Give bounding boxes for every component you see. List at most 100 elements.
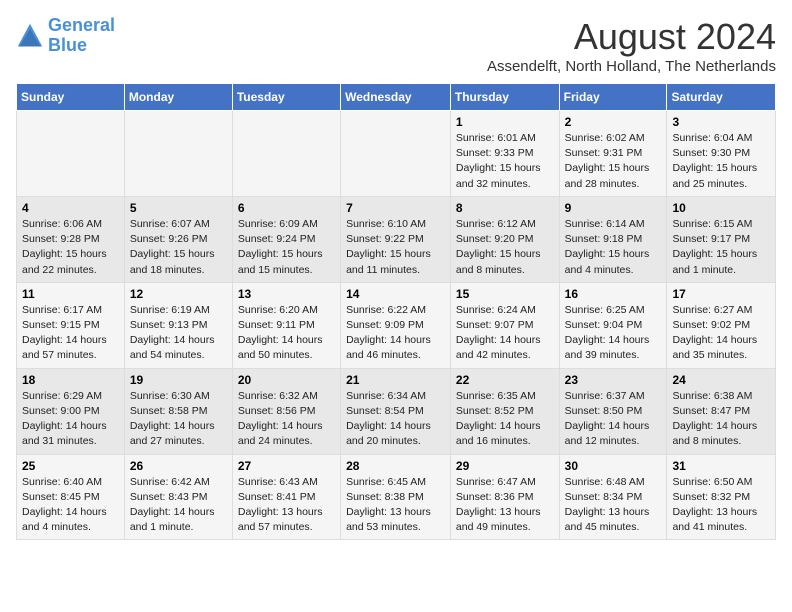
- day-info: Sunrise: 6:35 AM Sunset: 8:52 PM Dayligh…: [456, 389, 554, 450]
- day-info: Sunrise: 6:20 AM Sunset: 9:11 PM Dayligh…: [238, 303, 335, 364]
- calendar-cell: 21 Sunrise: 6:34 AM Sunset: 8:54 PM Dayli…: [341, 368, 451, 454]
- day-number: 7: [346, 201, 445, 215]
- day-number: 11: [22, 287, 119, 301]
- day-info: Sunrise: 6:34 AM Sunset: 8:54 PM Dayligh…: [346, 389, 445, 450]
- calendar-cell: 11 Sunrise: 6:17 AM Sunset: 9:15 PM Dayli…: [17, 282, 125, 368]
- day-info: Sunrise: 6:17 AM Sunset: 9:15 PM Dayligh…: [22, 303, 119, 364]
- day-info: Sunrise: 6:43 AM Sunset: 8:41 PM Dayligh…: [238, 475, 335, 536]
- calendar-cell: 2 Sunrise: 6:02 AM Sunset: 9:31 PM Daylig…: [559, 111, 667, 197]
- title-area: August 2024 Assendelft, North Holland, T…: [487, 16, 776, 75]
- calendar-cell: 22 Sunrise: 6:35 AM Sunset: 8:52 PM Dayli…: [450, 368, 559, 454]
- day-info: Sunrise: 6:29 AM Sunset: 9:00 PM Dayligh…: [22, 389, 119, 450]
- day-info: Sunrise: 6:48 AM Sunset: 8:34 PM Dayligh…: [565, 475, 662, 536]
- day-header-sunday: Sunday: [17, 84, 125, 111]
- logo: General Blue: [16, 16, 115, 56]
- day-header-saturday: Saturday: [667, 84, 776, 111]
- calendar-cell: 1Sunrise: 6:01 AM Sunset: 9:33 PM Daylig…: [450, 111, 559, 197]
- day-number: 18: [22, 373, 119, 387]
- calendar-cell: 9Sunrise: 6:14 AM Sunset: 9:18 PM Daylig…: [559, 196, 667, 282]
- calendar-cell: 14 Sunrise: 6:22 AM Sunset: 9:09 PM Dayli…: [341, 282, 451, 368]
- logo-icon: [16, 22, 44, 50]
- day-info: Sunrise: 6:04 AM Sunset: 9:30 PM Dayligh…: [672, 131, 770, 192]
- day-number: 31: [672, 459, 770, 473]
- day-info: Sunrise: 6:07 AM Sunset: 9:26 PM Dayligh…: [130, 217, 227, 278]
- day-number: 24: [672, 373, 770, 387]
- header: General Blue August 2024 Assendelft, Nor…: [16, 16, 776, 75]
- calendar-cell: 25 Sunrise: 6:40 AM Sunset: 8:45 PM Dayli…: [17, 454, 125, 540]
- calendar-week-row: 4Sunrise: 6:06 AM Sunset: 9:28 PM Daylig…: [17, 196, 776, 282]
- day-header-wednesday: Wednesday: [341, 84, 451, 111]
- day-number: 14: [346, 287, 445, 301]
- calendar-cell: 15Sunrise: 6:24 AM Sunset: 9:07 PM Dayli…: [450, 282, 559, 368]
- calendar-week-row: 1Sunrise: 6:01 AM Sunset: 9:33 PM Daylig…: [17, 111, 776, 197]
- day-number: 3: [672, 115, 770, 129]
- day-info: Sunrise: 6:24 AM Sunset: 9:07 PM Dayligh…: [456, 303, 554, 364]
- day-info: Sunrise: 6:14 AM Sunset: 9:18 PM Dayligh…: [565, 217, 662, 278]
- day-number: 29: [456, 459, 554, 473]
- day-info: Sunrise: 6:12 AM Sunset: 9:20 PM Dayligh…: [456, 217, 554, 278]
- calendar-cell: 27 Sunrise: 6:43 AM Sunset: 8:41 PM Dayli…: [232, 454, 340, 540]
- day-number: 10: [672, 201, 770, 215]
- calendar-cell: 28 Sunrise: 6:45 AM Sunset: 8:38 PM Dayli…: [341, 454, 451, 540]
- day-info: Sunrise: 6:42 AM Sunset: 8:43 PM Dayligh…: [130, 475, 227, 536]
- day-info: Sunrise: 6:40 AM Sunset: 8:45 PM Dayligh…: [22, 475, 119, 536]
- calendar-cell: 4Sunrise: 6:06 AM Sunset: 9:28 PM Daylig…: [17, 196, 125, 282]
- calendar-cell: 7Sunrise: 6:10 AM Sunset: 9:22 PM Daylig…: [341, 196, 451, 282]
- day-info: Sunrise: 6:37 AM Sunset: 8:50 PM Dayligh…: [565, 389, 662, 450]
- day-number: 19: [130, 373, 227, 387]
- logo-text: General Blue: [48, 16, 115, 56]
- calendar-cell: 6Sunrise: 6:09 AM Sunset: 9:24 PM Daylig…: [232, 196, 340, 282]
- calendar-cell: [124, 111, 232, 197]
- day-info: Sunrise: 6:50 AM Sunset: 8:32 PM Dayligh…: [672, 475, 770, 536]
- day-number: 21: [346, 373, 445, 387]
- calendar-cell: 20 Sunrise: 6:32 AM Sunset: 8:56 PM Dayli…: [232, 368, 340, 454]
- calendar-cell: 19 Sunrise: 6:30 AM Sunset: 8:58 PM Dayli…: [124, 368, 232, 454]
- month-year: August 2024: [487, 16, 776, 58]
- calendar-cell: 16Sunrise: 6:25 AM Sunset: 9:04 PM Dayli…: [559, 282, 667, 368]
- day-number: 16: [565, 287, 662, 301]
- day-number: 25: [22, 459, 119, 473]
- day-number: 12: [130, 287, 227, 301]
- day-info: Sunrise: 6:27 AM Sunset: 9:02 PM Dayligh…: [672, 303, 770, 364]
- calendar-cell: 26 Sunrise: 6:42 AM Sunset: 8:43 PM Dayli…: [124, 454, 232, 540]
- day-info: Sunrise: 6:32 AM Sunset: 8:56 PM Dayligh…: [238, 389, 335, 450]
- calendar-header-row: SundayMondayTuesdayWednesdayThursdayFrid…: [17, 84, 776, 111]
- calendar-cell: 23 Sunrise: 6:37 AM Sunset: 8:50 PM Dayli…: [559, 368, 667, 454]
- calendar-cell: 5 Sunrise: 6:07 AM Sunset: 9:26 PM Daylig…: [124, 196, 232, 282]
- day-header-thursday: Thursday: [450, 84, 559, 111]
- calendar-table: SundayMondayTuesdayWednesdayThursdayFrid…: [16, 83, 776, 540]
- calendar-cell: [232, 111, 340, 197]
- day-number: 22: [456, 373, 554, 387]
- calendar-week-row: 11 Sunrise: 6:17 AM Sunset: 9:15 PM Dayli…: [17, 282, 776, 368]
- day-number: 27: [238, 459, 335, 473]
- day-number: 1: [456, 115, 554, 129]
- calendar-cell: [341, 111, 451, 197]
- day-info: Sunrise: 6:38 AM Sunset: 8:47 PM Dayligh…: [672, 389, 770, 450]
- calendar-cell: 31 Sunrise: 6:50 AM Sunset: 8:32 PM Dayli…: [667, 454, 776, 540]
- day-info: Sunrise: 6:02 AM Sunset: 9:31 PM Dayligh…: [565, 131, 662, 192]
- calendar-cell: 29 Sunrise: 6:47 AM Sunset: 8:36 PM Dayli…: [450, 454, 559, 540]
- day-info: Sunrise: 6:30 AM Sunset: 8:58 PM Dayligh…: [130, 389, 227, 450]
- day-number: 8: [456, 201, 554, 215]
- calendar-cell: 3 Sunrise: 6:04 AM Sunset: 9:30 PM Daylig…: [667, 111, 776, 197]
- day-info: Sunrise: 6:06 AM Sunset: 9:28 PM Dayligh…: [22, 217, 119, 278]
- day-header-tuesday: Tuesday: [232, 84, 340, 111]
- day-info: Sunrise: 6:47 AM Sunset: 8:36 PM Dayligh…: [456, 475, 554, 536]
- day-number: 30: [565, 459, 662, 473]
- day-number: 23: [565, 373, 662, 387]
- day-number: 17: [672, 287, 770, 301]
- day-info: Sunrise: 6:15 AM Sunset: 9:17 PM Dayligh…: [672, 217, 770, 278]
- calendar-cell: 18 Sunrise: 6:29 AM Sunset: 9:00 PM Dayli…: [17, 368, 125, 454]
- day-number: 5: [130, 201, 227, 215]
- calendar-cell: 13Sunrise: 6:20 AM Sunset: 9:11 PM Dayli…: [232, 282, 340, 368]
- day-number: 26: [130, 459, 227, 473]
- day-info: Sunrise: 6:22 AM Sunset: 9:09 PM Dayligh…: [346, 303, 445, 364]
- day-info: Sunrise: 6:19 AM Sunset: 9:13 PM Dayligh…: [130, 303, 227, 364]
- calendar-cell: 12 Sunrise: 6:19 AM Sunset: 9:13 PM Dayli…: [124, 282, 232, 368]
- day-number: 28: [346, 459, 445, 473]
- day-number: 20: [238, 373, 335, 387]
- day-info: Sunrise: 6:45 AM Sunset: 8:38 PM Dayligh…: [346, 475, 445, 536]
- day-number: 2: [565, 115, 662, 129]
- day-number: 6: [238, 201, 335, 215]
- day-header-monday: Monday: [124, 84, 232, 111]
